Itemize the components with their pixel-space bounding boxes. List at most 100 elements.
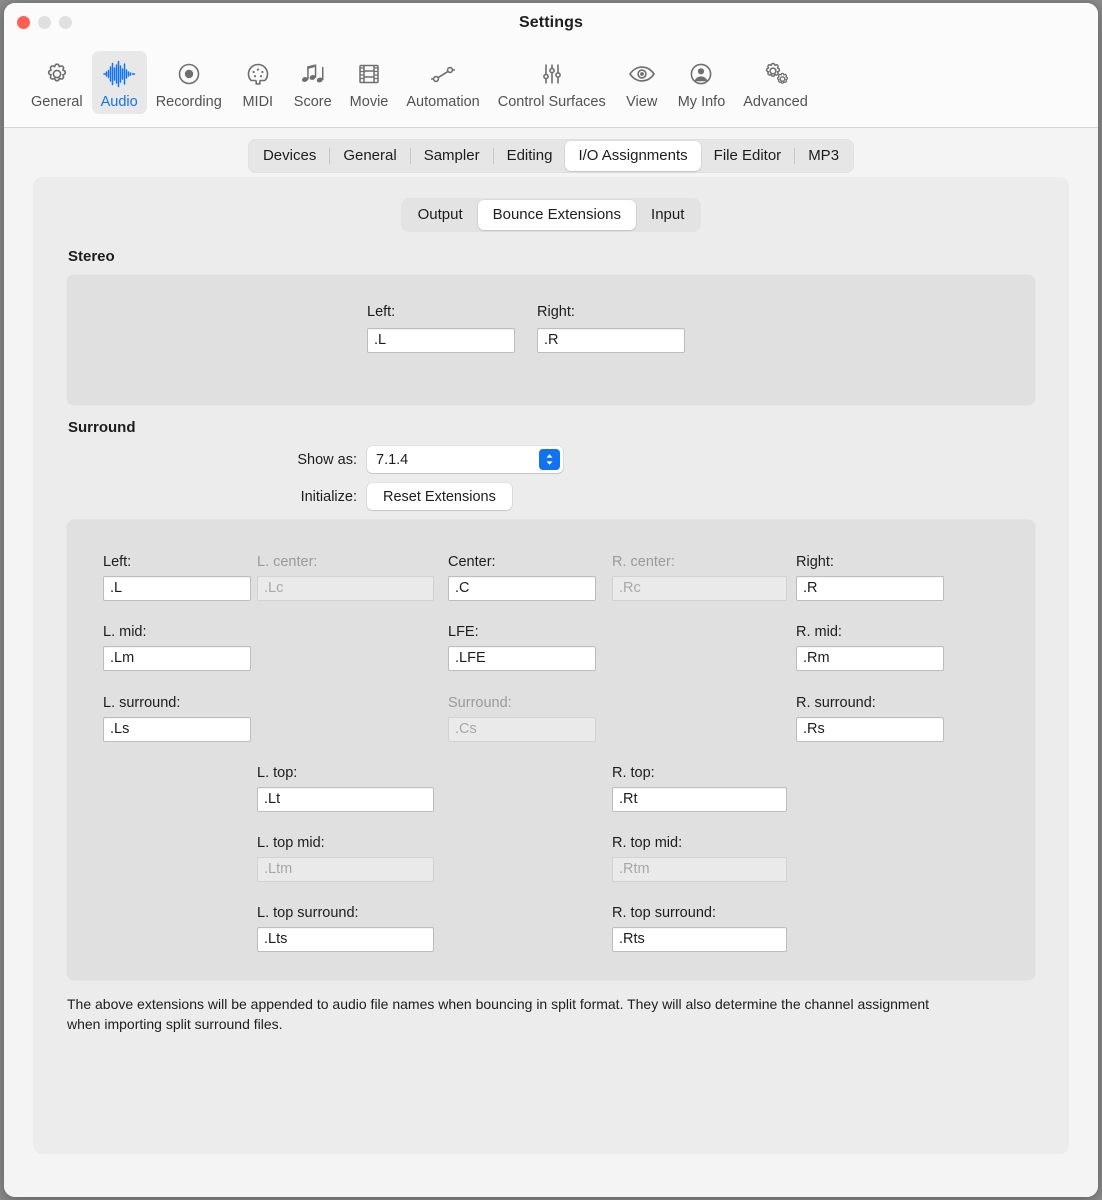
surround-label-center: Center:	[448, 554, 496, 570]
toolbar-item-audio[interactable]: Audio	[91, 51, 147, 114]
waveform-icon	[102, 57, 136, 91]
surround-label-r-top: R. top:	[612, 765, 655, 781]
surround-label-l-mid: L. mid:	[103, 624, 147, 640]
surround-field-center: Center:	[448, 554, 596, 601]
surround-label-l-top-surround: L. top surround:	[257, 905, 359, 921]
tab-io-assignments[interactable]: I/O Assignments	[565, 141, 701, 171]
tab-general[interactable]: General	[330, 141, 409, 171]
settings-toolbar: General Audio Recording MIDI Score Movie…	[4, 45, 1098, 128]
surround-input-l-mid[interactable]	[103, 646, 251, 671]
toolbar-item-view[interactable]: View	[615, 51, 669, 114]
tab-mp3[interactable]: MP3	[795, 141, 852, 171]
surround-field-r-surround: R. surround:	[796, 695, 944, 742]
toolbar-item-score[interactable]: Score	[285, 51, 341, 114]
toolbar-item-label: Advanced	[743, 94, 808, 110]
stereo-left-field-group: Left:	[367, 303, 515, 353]
chevron-updown-icon	[539, 449, 560, 470]
tab-bounce-extensions[interactable]: Bounce Extensions	[477, 200, 637, 230]
surround-label-r-mid: R. mid:	[796, 624, 842, 640]
surround-input-surround	[448, 717, 596, 742]
midi-connector-icon	[244, 57, 272, 91]
initialize-row: Initialize: Reset Extensions	[67, 483, 1035, 510]
record-circle-icon	[175, 57, 203, 91]
surround-field-l-top-surround: L. top surround:	[257, 905, 434, 952]
window-title: Settings	[519, 14, 583, 31]
surround-field-right: Right:	[796, 554, 944, 601]
surround-input-lfe[interactable]	[448, 646, 596, 671]
surround-input-center[interactable]	[448, 576, 596, 601]
stereo-left-input[interactable]	[367, 328, 515, 353]
tab-sampler[interactable]: Sampler	[411, 141, 493, 171]
tab-input[interactable]: Input	[636, 200, 699, 230]
toolbar-item-general[interactable]: General	[22, 51, 92, 114]
tab-output[interactable]: Output	[403, 200, 478, 230]
io-assignments-panel: Output Bounce Extensions Input Stereo Le…	[34, 178, 1068, 1153]
surround-input-l-top-surround[interactable]	[257, 927, 434, 952]
toolbar-item-my-info[interactable]: My Info	[669, 51, 735, 114]
surround-field-l-center: L. center:	[257, 554, 434, 601]
toolbar-item-label: Recording	[155, 94, 222, 110]
surround-field-r-top: R. top:	[612, 765, 787, 812]
surround-input-r-mid[interactable]	[796, 646, 944, 671]
tab-editing[interactable]: Editing	[494, 141, 566, 171]
surround-input-l-top-mid	[257, 857, 434, 882]
reset-extensions-button[interactable]: Reset Extensions	[367, 483, 512, 510]
surround-field-lfe: LFE:	[448, 624, 596, 671]
surround-label-left: Left:	[103, 554, 132, 570]
show-as-label: Show as:	[297, 451, 357, 468]
audio-settings-tabs: Devices General Sampler Editing I/O Assi…	[4, 139, 1098, 173]
show-as-popup-button[interactable]: 7.1.4	[367, 446, 563, 473]
surround-input-r-surround[interactable]	[796, 717, 944, 742]
toolbar-item-midi[interactable]: MIDI	[231, 51, 285, 114]
music-notes-icon	[299, 57, 327, 91]
show-as-value: 7.1.4	[376, 451, 409, 468]
toolbar-item-movie[interactable]: Movie	[341, 51, 398, 114]
surround-input-r-center	[612, 576, 787, 601]
surround-label-l-top: L. top:	[257, 765, 298, 781]
toolbar-item-control-surfaces[interactable]: Control Surfaces	[489, 51, 615, 114]
title-bar: Settings	[4, 3, 1098, 45]
toolbar-item-advanced[interactable]: Advanced	[734, 51, 817, 114]
surround-input-l-surround[interactable]	[103, 717, 251, 742]
surround-field-l-surround: L. surround:	[103, 695, 251, 742]
settings-body: Devices General Sampler Editing I/O Assi…	[4, 128, 1098, 1197]
gear-icon	[43, 57, 71, 91]
surround-input-r-top[interactable]	[612, 787, 787, 812]
surround-field-left: Left:	[103, 554, 251, 601]
stereo-right-label: Right:	[537, 304, 575, 320]
sliders-icon	[538, 57, 566, 91]
surround-label-r-center: R. center:	[612, 554, 675, 570]
toolbar-item-label: MIDI	[242, 94, 274, 110]
toolbar-item-label: General	[31, 94, 83, 110]
surround-label-surround: Surround:	[448, 695, 512, 711]
surround-input-r-top-mid	[612, 857, 787, 882]
automation-nodes-icon	[428, 57, 458, 91]
surround-field-l-top: L. top:	[257, 765, 434, 812]
stereo-section-title: Stereo	[68, 248, 115, 265]
surround-label-lfe: LFE:	[448, 624, 479, 640]
stereo-group: Left: Right:	[67, 275, 1035, 405]
surround-field-r-top-mid: R. top mid:	[612, 835, 787, 882]
initialize-label: Initialize:	[300, 488, 357, 505]
surround-input-left[interactable]	[103, 576, 251, 601]
toolbar-item-automation[interactable]: Automation	[397, 51, 488, 114]
surround-label-r-top-surround: R. top surround:	[612, 905, 716, 921]
tab-file-editor[interactable]: File Editor	[701, 141, 795, 171]
surround-input-r-top-surround[interactable]	[612, 927, 787, 952]
bounce-extensions-content: Stereo Left: Right: Surround Show as:	[67, 248, 1035, 1143]
toolbar-item-label: Control Surfaces	[497, 94, 606, 110]
toolbar-item-label: My Info	[677, 94, 726, 110]
io-sub-tabs: Output Bounce Extensions Input	[34, 198, 1068, 232]
surround-input-l-top[interactable]	[257, 787, 434, 812]
surround-label-l-top-mid: L. top mid:	[257, 835, 325, 851]
toolbar-item-label: Audio	[100, 94, 138, 110]
surround-field-surround: Surround:	[448, 695, 596, 742]
surround-field-l-top-mid: L. top mid:	[257, 835, 434, 882]
surround-input-right[interactable]	[796, 576, 944, 601]
stereo-right-input[interactable]	[537, 328, 685, 353]
surround-label-l-center: L. center:	[257, 554, 318, 570]
surround-field-r-mid: R. mid:	[796, 624, 944, 671]
tab-devices[interactable]: Devices	[250, 141, 329, 171]
surround-label-right: Right:	[796, 554, 834, 570]
toolbar-item-recording[interactable]: Recording	[147, 51, 231, 114]
